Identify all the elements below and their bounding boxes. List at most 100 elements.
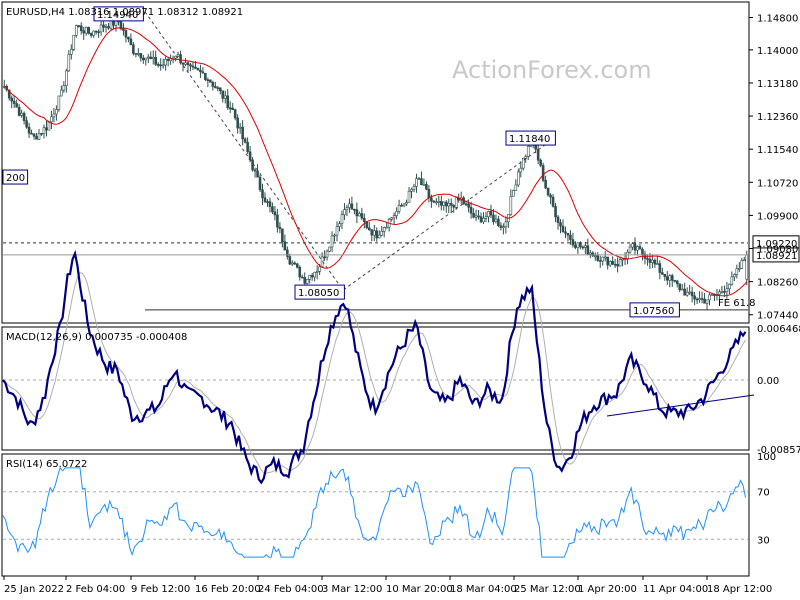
candle-body (742, 259, 746, 262)
rsi-tick-label: 30 (757, 535, 770, 546)
candle-body (584, 245, 587, 248)
candle-body (561, 225, 565, 233)
candle-body (40, 133, 43, 135)
candle-body (698, 298, 701, 301)
candle-body (243, 138, 247, 143)
candle-body (231, 107, 235, 110)
time-tick-label: 11 Apr 04:00 (643, 584, 708, 595)
candle-body (564, 231, 567, 234)
candle-body (656, 263, 659, 265)
candle-body (181, 62, 185, 65)
candle-body (442, 201, 446, 206)
candle-body (246, 141, 249, 153)
candle-body (186, 62, 190, 66)
candle-body (345, 207, 349, 210)
candle-body (30, 132, 33, 135)
candle-body (467, 203, 470, 208)
candle-body (340, 214, 344, 224)
candle-body (589, 252, 592, 255)
candle-body (328, 246, 331, 252)
candle-body (601, 256, 605, 262)
macd-line (2, 249, 747, 485)
candle-body (142, 57, 145, 61)
swing-high-2-label: 1.11840 (509, 134, 550, 145)
candle-body (137, 53, 140, 55)
candle-body (318, 266, 321, 272)
candle-body (201, 71, 205, 74)
candle-body (489, 211, 493, 216)
candle-body (89, 33, 93, 36)
candle-body (437, 201, 441, 203)
candle-body (305, 279, 309, 284)
candle-body (27, 126, 31, 134)
candle-body (631, 243, 634, 248)
time-tick-label: 1 Apr 20:00 (578, 584, 637, 595)
candle-body (723, 291, 726, 293)
candle-body (15, 103, 18, 108)
candle-body (236, 117, 239, 129)
candle-body (97, 31, 100, 33)
candle-body (733, 274, 736, 278)
candle-body (281, 228, 284, 242)
candle-body (479, 216, 483, 223)
candle-body (559, 222, 562, 227)
candle-body (45, 127, 48, 131)
candle-body (638, 246, 642, 250)
candle-body (675, 280, 679, 285)
candle-body (420, 178, 423, 185)
candle-body (214, 86, 217, 88)
time-tick-label: 18 Apr 12:00 (707, 584, 772, 595)
time-tick-label: 25 Mar 12:00 (514, 584, 581, 595)
candle-body (25, 120, 28, 128)
macd-tick-label: 0.006468 (757, 324, 800, 335)
candle-body (62, 85, 66, 91)
candle-body (303, 277, 307, 284)
candle-body (218, 87, 222, 92)
candle-body (146, 56, 150, 59)
candle-body (358, 213, 361, 217)
chart-window: ActionForex.com 1.14940 1.08050 1.11840 1.0… (0, 0, 800, 600)
candle-body (651, 259, 654, 263)
price-panel-title: EURUSD,H4 1.08316 1.08971 1.08312 1.0892… (6, 7, 243, 18)
candle-body (107, 26, 110, 29)
candle-body (204, 72, 207, 81)
candle-body (738, 268, 741, 270)
candle-body (350, 203, 354, 210)
candle-body (492, 214, 495, 222)
candle-body (375, 230, 379, 239)
candle-body (32, 133, 36, 137)
candle-body (405, 202, 408, 205)
candle-body (385, 226, 388, 229)
candle-body (628, 246, 632, 253)
candle-body (658, 263, 662, 273)
candle-body (415, 178, 418, 187)
candle-body (176, 54, 180, 57)
candle-body (705, 299, 709, 304)
candle-body (79, 25, 83, 32)
candle-body (509, 196, 513, 215)
candle-body (648, 258, 652, 263)
candle-body (536, 148, 540, 161)
price-tick-label: 1.07440 (757, 311, 798, 322)
candle-body (397, 204, 401, 212)
candle-body (499, 225, 503, 228)
candle-body (646, 258, 649, 260)
price-tick-label: 1.10720 (757, 178, 798, 189)
macd-panel-title: MACD(12,26,9) 0.000735 -0.000408 (6, 332, 187, 343)
candle-body (211, 82, 215, 87)
candle-body (430, 197, 433, 202)
candle-body (514, 184, 518, 191)
price-tick-label: 1.12360 (757, 112, 798, 123)
candle-body (94, 30, 98, 33)
candle-body (288, 256, 292, 265)
price-tick-label: 1.13180 (757, 79, 798, 90)
candle-body (149, 56, 153, 60)
candle-body (35, 135, 38, 140)
candle-body (258, 176, 262, 191)
candle-body (221, 90, 225, 99)
candle-body (549, 194, 552, 198)
candle-body (132, 44, 135, 54)
price-tick-label: 1.08260 (757, 278, 798, 289)
candle-body (159, 64, 162, 67)
candle-body (653, 259, 657, 265)
